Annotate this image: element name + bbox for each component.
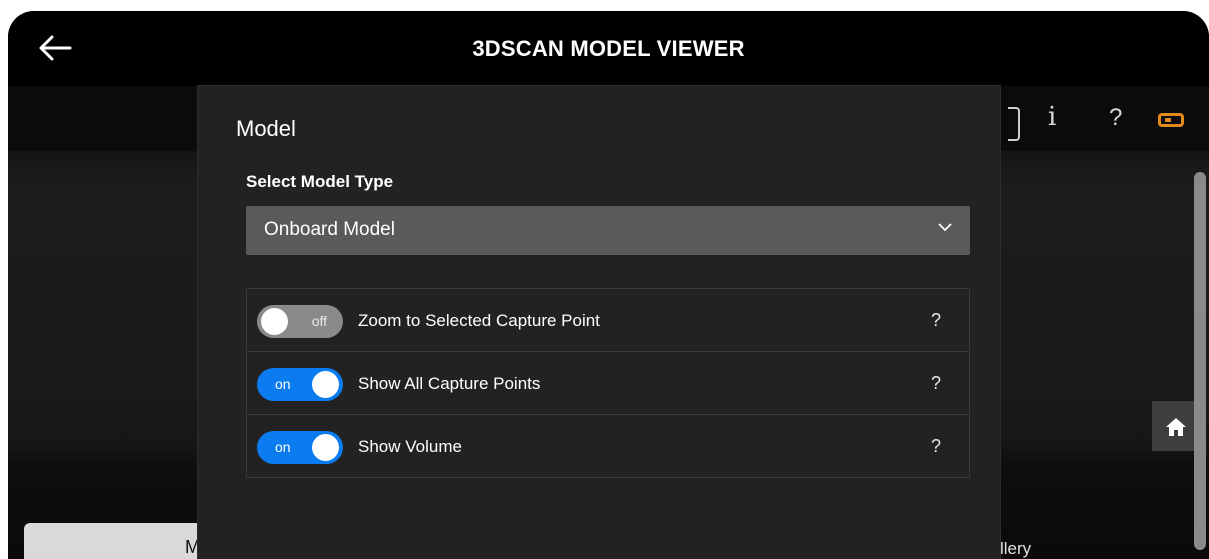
toggle-state-label: on [275,439,291,455]
battery-icon [1158,113,1184,127]
toggle-knob [312,434,339,461]
select-model-type-label: Select Model Type [246,172,394,191]
zoom-toggle[interactable]: off [257,305,343,338]
option-label: Show Volume [358,437,462,456]
view-frame-icon[interactable] [1008,107,1020,141]
volume-toggle[interactable]: on [257,431,343,464]
capture-points-toggle[interactable]: on [257,368,343,401]
model-tab-button[interactable]: M [24,523,210,559]
toggle-state-label: off [311,313,327,329]
info-icon[interactable]: i [1048,102,1056,132]
header-bar: 3DSCAN MODEL VIEWER [8,11,1209,86]
page-title: 3DSCAN MODEL VIEWER [472,36,745,61]
option-row-zoom: off Zoom to Selected Capture Point ? [247,289,969,352]
options-list: off Zoom to Selected Capture Point ? on … [246,288,970,478]
panel-title: Model [236,116,296,141]
toggle-knob [312,371,339,398]
gallery-tab-label[interactable]: llery [1000,539,1031,559]
option-row-capture-points: on Show All Capture Points ? [247,352,969,415]
question-icon[interactable]: ? [931,373,941,394]
option-label: Zoom to Selected Capture Point [358,311,600,330]
home-icon [1166,417,1186,436]
model-type-value: Onboard Model [264,219,395,240]
toggle-state-label: on [275,376,291,392]
question-icon[interactable]: ? [931,310,941,331]
model-settings-panel: Model Select Model Type Onboard Model of… [198,86,1000,559]
question-icon[interactable]: ? [931,436,941,457]
chevron-down-icon [938,223,952,232]
scrollbar[interactable] [1194,172,1206,550]
toggle-knob [261,308,288,335]
home-view-button[interactable] [1152,401,1200,451]
help-icon[interactable]: ? [1109,104,1122,132]
option-label: Show All Capture Points [358,374,541,393]
option-row-volume: on Show Volume ? [247,415,969,478]
model-type-select[interactable]: Onboard Model [246,206,970,255]
